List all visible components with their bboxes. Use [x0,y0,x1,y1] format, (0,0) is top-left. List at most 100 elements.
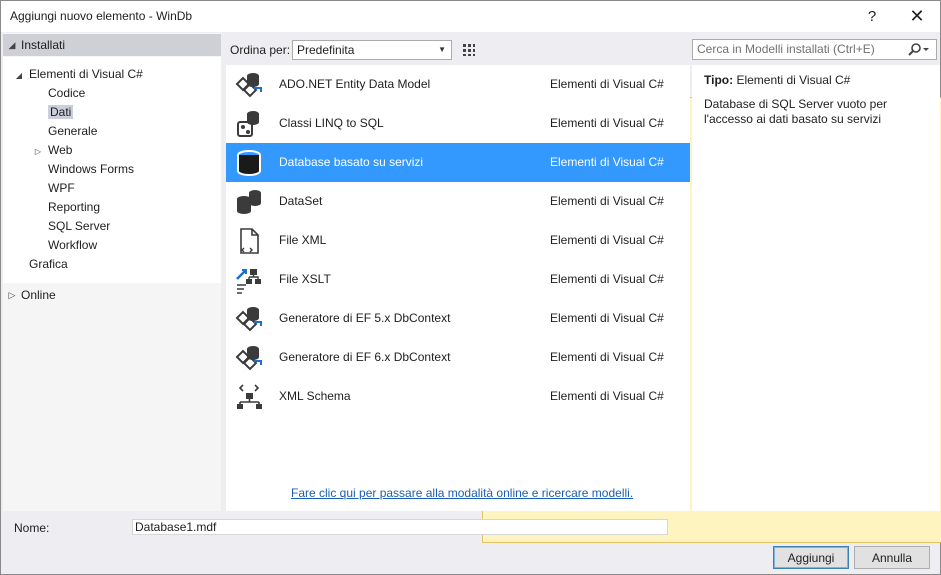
template-details: Tipo: Elementi di Visual C# Database di … [692,65,940,511]
sort-label: Ordina per: [230,43,291,57]
template-row[interactable]: Database basato su servizi Elementi di Vi… [226,143,690,182]
expand-arrow-icon[interactable]: ▷ [28,142,48,161]
title-bar: Aggiungi nuovo elemento - WinDb ? ✕ [1,1,940,32]
sort-value: Predefinita [297,43,355,57]
cancel-button[interactable]: Annulla [854,546,930,569]
linq-classes-icon-graphic [237,111,259,137]
grid-view-icon [463,44,475,56]
template-category: Elementi di Visual C# [550,116,664,130]
tree-item-label: Grafica [29,257,68,271]
tree-item-label: WPF [48,181,75,195]
database-icon [234,148,264,178]
template-category: Elementi di Visual C# [550,155,664,169]
tree-item-label: Workflow [48,238,98,252]
tree-item[interactable]: Generale [28,122,97,141]
tree-section-label: Installati [21,38,66,52]
collapse-arrow-icon[interactable]: ◢ [9,66,29,85]
template-row[interactable]: DataSet Elementi di Visual C# [226,182,690,221]
type-value: Elementi di Visual C# [736,73,851,87]
category-tree: ◢ Installati ◢ Elementi di Visual C# Codic… [3,33,221,511]
template-name: Classi LINQ to SQL [279,116,384,130]
tree-item-label: Generale [48,124,98,138]
tree-section-label: Online [21,288,56,302]
add-new-item-dialog: Aggiungi nuovo elemento - WinDb ? ✕ ◢ In… [0,0,941,575]
template-category: Elementi di Visual C# [550,389,664,403]
database-icon-graphic [237,150,261,176]
add-button[interactable]: Aggiungi [773,546,849,569]
template-name: DataSet [279,194,323,208]
tree-item[interactable]: ▷ Web [28,141,73,161]
help-button[interactable]: ? [849,1,895,32]
collapse-arrow-icon: ◢ [8,39,16,50]
window-title: Aggiungi nuovo elemento - WinDb [10,9,193,23]
tree-item[interactable]: ◢ Elementi di Visual C# [9,65,143,84]
template-name: Database basato su servizi [279,155,424,169]
template-category: Elementi di Visual C# [550,311,664,325]
ef-generator-icon-graphic [235,346,262,371]
name-field[interactable]: Database1.mdf [132,519,668,535]
type-label: Tipo: [704,73,734,87]
template-row[interactable]: File XML Elementi di Visual C# [226,221,690,260]
dataset-icon-graphic [237,190,261,214]
tree-item-label: Codice [48,86,86,100]
dataset-icon [234,187,264,217]
online-mode-link[interactable]: Fare clic qui per passare alla modalità … [291,486,633,500]
xml-file-icon [234,226,264,256]
template-name: File XSLT [279,272,331,286]
ef-generator-icon [234,343,264,373]
type-line: Tipo: Elementi di Visual C# [704,73,850,87]
tree-item[interactable]: Codice [28,84,85,103]
template-row[interactable]: Generatore di EF 6.x DbContext Elementi d… [226,338,690,377]
tree-item[interactable]: Reporting [28,198,100,217]
grid-view-button[interactable] [458,39,480,61]
template-row[interactable]: ADO.NET Entity Data Model Elementi di Vis… [226,65,690,104]
template-category: Elementi di Visual C# [550,272,664,286]
template-category: Elementi di Visual C# [550,233,664,247]
name-label: Nome: [14,521,50,535]
xml-schema-icon-graphic [237,384,262,409]
search-placeholder: Cerca in Modelli installati (Ctrl+E) [697,42,875,56]
template-row[interactable]: Generatore di EF 5.x DbContext Elementi d… [226,299,690,338]
xslt-file-icon-graphic [236,269,261,294]
template-description: Database di SQL Server vuoto per l'acces… [704,97,887,126]
template-row[interactable]: XML Schema Elementi di Visual C# [226,377,690,416]
tree-item[interactable]: Dati [28,103,74,122]
tree-item[interactable]: Grafica [9,255,68,274]
tree-item-label: Web [48,143,73,157]
template-search-input[interactable]: Cerca in Modelli installati (Ctrl+E) [692,39,937,60]
search-icon [908,43,929,56]
xml-schema-icon [234,382,264,412]
tree-section-online[interactable]: ▷ Online [3,284,221,306]
template-row[interactable]: File XSLT Elementi di Visual C# [226,260,690,299]
chevron-down-icon: ▼ [438,45,446,54]
template-toolbar: Ordina per: Predefinita ▼ Cerca in Model… [226,33,941,543]
template-category: Elementi di Visual C# [550,77,664,91]
template-row[interactable]: Classi LINQ to SQL Elementi di Visual C# [226,104,690,143]
tree-items: ◢ Elementi di Visual C# Codice Dati Generale… [3,57,221,283]
template-name: File XML [279,233,327,247]
linq-classes-icon [234,109,264,139]
tree-item-label: Windows Forms [48,162,135,176]
tree-item-label: Reporting [48,200,101,214]
tree-item[interactable]: Workflow [28,236,97,255]
sort-dropdown[interactable]: Predefinita ▼ [292,40,452,60]
xslt-file-icon [234,265,264,295]
ef-generator-icon-graphic [235,307,262,332]
xml-file-icon-graphic [240,228,259,254]
tree-item[interactable]: WPF [28,179,75,198]
template-name: ADO.NET Entity Data Model [279,77,431,91]
template-name: Generatore di EF 6.x DbContext [279,350,451,364]
entity-model-icon [234,70,264,100]
tree-item-label: Elementi di Visual C# [29,67,143,81]
tree-item-label: SQL Server [48,219,111,233]
entity-model-icon-graphic [235,73,262,98]
template-name: Generatore di EF 5.x DbContext [279,311,451,325]
tree-section-installed[interactable]: ◢ Installati [3,34,221,56]
template-list: ADO.NET Entity Data Model Elementi di Vis… [226,65,690,511]
template-name: XML Schema [279,389,351,403]
close-button[interactable]: ✕ [894,1,940,32]
ef-generator-icon [234,304,264,334]
template-category: Elementi di Visual C# [550,350,664,364]
tree-item[interactable]: Windows Forms [28,160,134,179]
tree-item[interactable]: SQL Server [28,217,110,236]
